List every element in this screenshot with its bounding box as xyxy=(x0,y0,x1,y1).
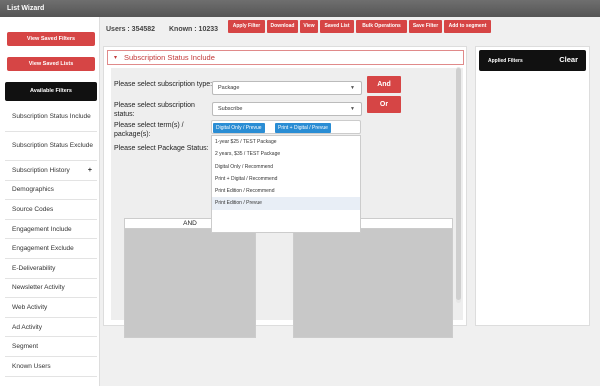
selected-term-chip[interactable]: Print + Digital / Prevue xyxy=(275,123,331,133)
or-column xyxy=(293,218,453,338)
bulk-operations-button[interactable]: Bulk Operations xyxy=(356,20,407,33)
applied-filters-title: Applied Filters xyxy=(488,58,523,64)
filter-item-subscription-status-include[interactable]: Subscription Status Include xyxy=(5,103,97,132)
terms-multiselect[interactable]: Digital Only / Prevue Print + Digital / … xyxy=(211,120,361,134)
users-count: Users : 354582 xyxy=(106,26,156,33)
applied-filters-pane: Applied Filters Clear xyxy=(475,46,590,326)
filter-item-source-codes[interactable]: Source Codes xyxy=(5,200,97,220)
available-filters-header: Available Filters xyxy=(5,82,97,101)
terms-label: Please select term(s) / package(s): xyxy=(114,122,184,138)
term-option[interactable]: Print Edition / Prevue xyxy=(212,197,360,210)
subscription-type-select[interactable]: Package ▼ xyxy=(212,81,362,95)
filter-item-ad-activity[interactable]: Ad Activity xyxy=(5,318,97,338)
term-option[interactable]: 2 years, $35 / TEST Package xyxy=(212,148,360,160)
filter-item-newsletter-activity[interactable]: Newsletter Activity xyxy=(5,279,97,299)
package-status-label: Please select Package Status: xyxy=(114,145,209,152)
saved-list-button[interactable]: Saved List xyxy=(320,20,354,33)
filter-item-engagement-exclude[interactable]: Engagement Exclude xyxy=(5,239,97,259)
known-count: Known : 10233 xyxy=(169,26,219,33)
filter-item-e-deliverability[interactable]: E-Deliverability xyxy=(5,259,97,279)
panel-header[interactable]: ▾ Subscription Status Include xyxy=(107,50,464,65)
left-sidebar: View Saved Filters View Saved Lists Avai… xyxy=(0,17,100,386)
filter-list: Subscription Status Include Subscription… xyxy=(5,103,97,377)
or-button[interactable]: Or xyxy=(367,96,401,113)
terms-dropdown-list: 1-year $25 / TEST Package 2 years, $35 /… xyxy=(211,135,361,233)
filter-item-subscription-status-exclude[interactable]: Subscription Status Exclude xyxy=(5,132,97,161)
filter-item-segment[interactable]: Segment xyxy=(5,337,97,357)
window-title: List Wizard xyxy=(0,0,600,17)
type-label: Please select subscription type: xyxy=(114,81,213,88)
collapse-caret-icon[interactable]: ▾ xyxy=(114,54,117,61)
term-option[interactable]: Print + Digital / Recommend xyxy=(212,173,360,185)
clear-button[interactable]: Clear xyxy=(559,55,578,64)
expand-plus-icon[interactable]: + xyxy=(88,167,92,174)
save-filter-button[interactable]: Save Filter xyxy=(409,20,442,33)
filter-item-known-users[interactable]: Known Users xyxy=(5,357,97,377)
and-column: AND xyxy=(124,218,256,338)
applied-filters-header: Applied Filters Clear xyxy=(479,50,586,71)
term-option[interactable]: 1-year $25 / TEST Package xyxy=(212,136,360,148)
filter-item-web-activity[interactable]: Web Activity xyxy=(5,298,97,318)
download-button[interactable]: Download xyxy=(267,20,298,33)
view-saved-filters-button[interactable]: View Saved Filters xyxy=(7,32,95,46)
view-button[interactable]: View xyxy=(300,20,318,33)
panel-title: Subscription Status Include xyxy=(124,53,215,62)
apply-filter-button[interactable]: Apply Filter xyxy=(228,20,265,33)
and-button[interactable]: And xyxy=(367,76,401,93)
add-to-segment-button[interactable]: Add to segment xyxy=(444,20,491,33)
filter-item-engagement-include[interactable]: Engagement Include xyxy=(5,220,97,240)
selected-term-chip[interactable]: Digital Only / Prevue xyxy=(213,123,265,133)
user-stats: Users : 354582 Known : 10233 xyxy=(106,26,230,33)
dropdown-arrow-icon: ▼ xyxy=(350,106,355,112)
status-label: Please select subscription status: xyxy=(114,102,195,118)
filter-item-subscription-history[interactable]: Subscription History + xyxy=(5,161,97,181)
view-saved-lists-button[interactable]: View Saved Lists xyxy=(7,57,95,71)
subscription-status-select[interactable]: Subscribe ▼ xyxy=(212,102,362,116)
panel-scrollbar-thumb[interactable] xyxy=(456,68,461,300)
term-option[interactable]: Digital Only / Recommend xyxy=(212,161,360,173)
dropdown-arrow-icon: ▼ xyxy=(350,85,355,91)
filter-item-demographics[interactable]: Demographics xyxy=(5,181,97,201)
term-option[interactable]: Print Edition / Recommend xyxy=(212,185,360,197)
